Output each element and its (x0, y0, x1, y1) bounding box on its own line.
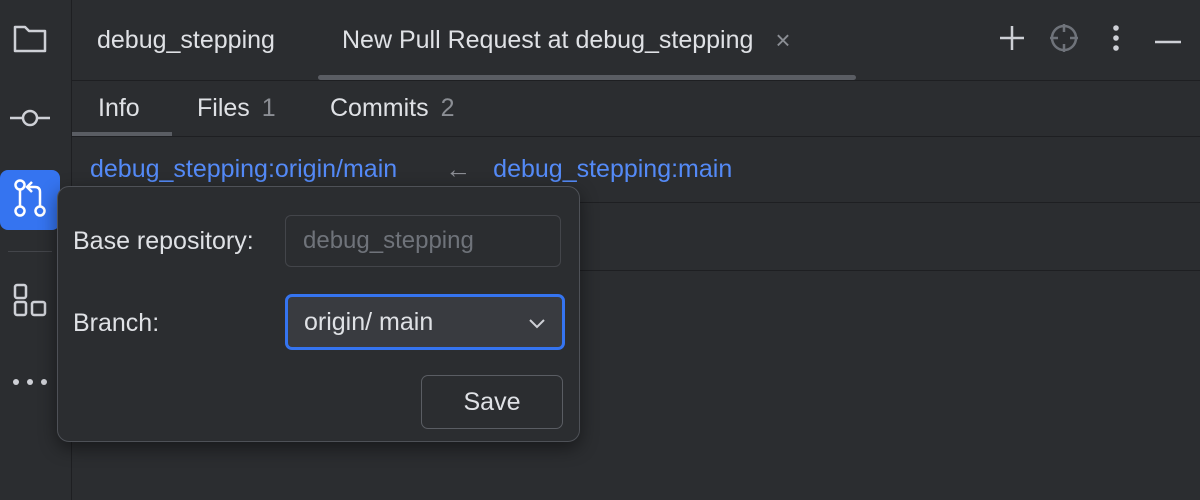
active-tab-indicator (318, 75, 856, 80)
vertical-dots-icon (1112, 24, 1120, 57)
hide-button[interactable] (1142, 14, 1194, 66)
add-button[interactable] (986, 14, 1038, 66)
base-repository-label: Base repository: (73, 227, 254, 255)
options-button[interactable] (1090, 14, 1142, 66)
save-button[interactable]: Save (421, 375, 563, 429)
save-label: Save (463, 387, 521, 416)
crosshair-icon (1048, 22, 1080, 59)
chevron-down-icon (528, 312, 546, 341)
branch-value: origin/ main (304, 307, 434, 336)
commit-icon (10, 108, 50, 133)
locate-button[interactable] (1038, 14, 1090, 66)
base-repository-value: debug_stepping (303, 227, 474, 254)
structure-button[interactable] (0, 272, 60, 332)
editor-tab-bar: debug_stepping New Pull Request at debug… (72, 0, 1200, 81)
plus-icon (998, 24, 1026, 57)
project-button[interactable] (0, 10, 60, 70)
more-icon (12, 373, 48, 391)
tab-info-label: Info (98, 94, 140, 122)
folder-icon (12, 22, 48, 59)
branch-label: Branch: (73, 309, 160, 337)
commit-button[interactable] (0, 90, 60, 150)
branch-selector-popup: Base repository: debug_stepping Branch: … (57, 186, 580, 442)
left-arrow-icon: ← (445, 154, 472, 184)
branch-dropdown[interactable]: origin/ main (285, 294, 565, 350)
minimize-icon (1154, 31, 1182, 49)
close-icon[interactable]: × (775, 25, 790, 56)
tool-window-actions (986, 0, 1200, 80)
tab-label: New Pull Request at debug_stepping (342, 25, 754, 54)
tab-commits-label: Commits (330, 94, 429, 122)
tab-commits[interactable]: Commits 2 (330, 81, 455, 136)
pull-requests-button[interactable] (0, 170, 60, 230)
pull-request-icon (12, 178, 48, 223)
strip-divider (8, 251, 52, 252)
tab-new-pull-request[interactable]: New Pull Request at debug_stepping × (342, 0, 791, 80)
files-count: 1 (261, 94, 276, 122)
tab-label: debug_stepping (97, 25, 275, 54)
target-branch-link[interactable]: debug_stepping:origin/main (90, 155, 397, 184)
commits-count: 2 (440, 94, 455, 122)
base-repository-field: debug_stepping (285, 215, 561, 267)
tab-files-label: Files (197, 94, 250, 122)
more-tools-button[interactable] (0, 352, 60, 412)
pull-request-subtabs: Info Files 1 Commits 2 (72, 81, 1200, 137)
tab-info[interactable]: Info (98, 81, 140, 136)
structure-icon (13, 283, 47, 322)
active-subtab-indicator (72, 132, 172, 136)
source-branch-link[interactable]: debug_stepping:main (493, 155, 732, 184)
tab-files[interactable]: Files 1 (197, 81, 276, 136)
tab-debug-stepping[interactable]: debug_stepping (97, 0, 275, 80)
